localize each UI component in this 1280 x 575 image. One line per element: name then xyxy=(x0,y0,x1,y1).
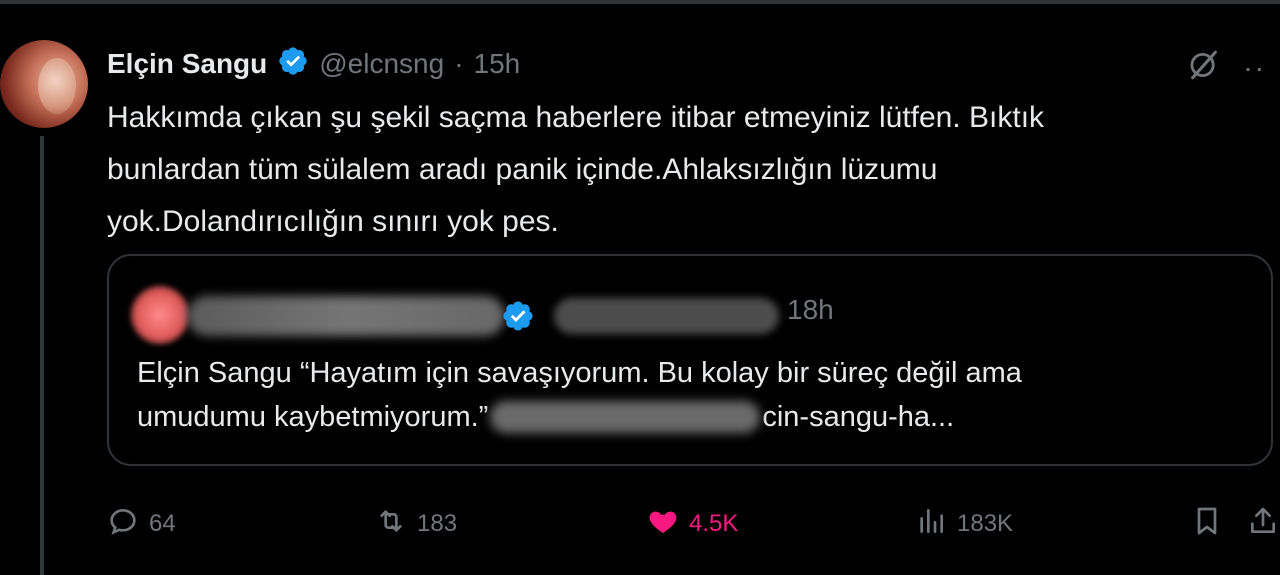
tweet-header: Elçin Sangu @elcnsng · 15h xyxy=(107,44,520,84)
more-dots-icon[interactable]: ·· xyxy=(1243,53,1266,81)
repost-icon xyxy=(375,505,407,544)
header-actions: ·· xyxy=(1187,48,1266,87)
author-name[interactable]: Elçin Sangu xyxy=(107,48,267,80)
repost-count: 183 xyxy=(417,510,458,537)
views-count: 183K xyxy=(957,510,1014,537)
tweet-time[interactable]: 15h xyxy=(474,48,521,80)
quoted-text-line2: umudumu kaybetmiyorum.” cin-sangu-ha... xyxy=(137,395,1247,439)
quoted-text-line1: Elçin Sangu “Hayatım için savaşıyorum. B… xyxy=(137,357,1022,389)
thread-line xyxy=(40,136,44,575)
quoted-url-blurred xyxy=(490,401,761,433)
tweet[interactable]: Elçin Sangu @elcnsng · 15h ·· Hakkımda ç… xyxy=(0,4,1280,575)
quoted-link-fragment[interactable]: cin-sangu-ha... xyxy=(762,395,954,439)
heart-icon xyxy=(647,505,679,544)
like-button[interactable]: 4.5K xyxy=(647,504,738,544)
tweet-text: Hakkımda çıkan şu şekil saçma haberlere … xyxy=(107,101,1045,238)
bookmark-icon xyxy=(1191,505,1223,544)
author-avatar[interactable] xyxy=(0,40,88,128)
reply-icon xyxy=(107,505,139,544)
bookmark-button[interactable] xyxy=(1191,504,1223,544)
quoted-tweet[interactable]: 18h Elçin Sangu “Hayatım için savaşıyoru… xyxy=(107,254,1273,466)
quoted-text: Elçin Sangu “Hayatım için savaşıyorum. B… xyxy=(137,351,1247,439)
views-icon xyxy=(915,505,947,544)
quoted-verified-badge-icon xyxy=(503,301,533,331)
reply-count: 64 xyxy=(149,510,176,537)
quoted-handle-blurred xyxy=(554,298,779,334)
action-bar: 64 183 4.5K 183K xyxy=(107,504,1280,544)
verified-badge-icon xyxy=(277,45,309,84)
quoted-time[interactable]: 18h xyxy=(787,294,834,326)
repost-button[interactable]: 183 xyxy=(375,504,457,544)
reply-button[interactable]: 64 xyxy=(107,504,176,544)
grok-icon[interactable] xyxy=(1187,48,1221,87)
quoted-avatar-blurred xyxy=(131,286,189,344)
author-handle[interactable]: @elcnsng xyxy=(319,48,444,80)
share-icon xyxy=(1247,505,1279,544)
quoted-text-line2-start: umudumu kaybetmiyorum.” xyxy=(137,401,489,433)
like-count: 4.5K xyxy=(689,510,739,537)
quoted-name-blurred xyxy=(187,296,505,336)
header-separator: · xyxy=(454,48,464,79)
share-button[interactable] xyxy=(1247,504,1279,544)
views-button[interactable]: 183K xyxy=(915,504,1013,544)
